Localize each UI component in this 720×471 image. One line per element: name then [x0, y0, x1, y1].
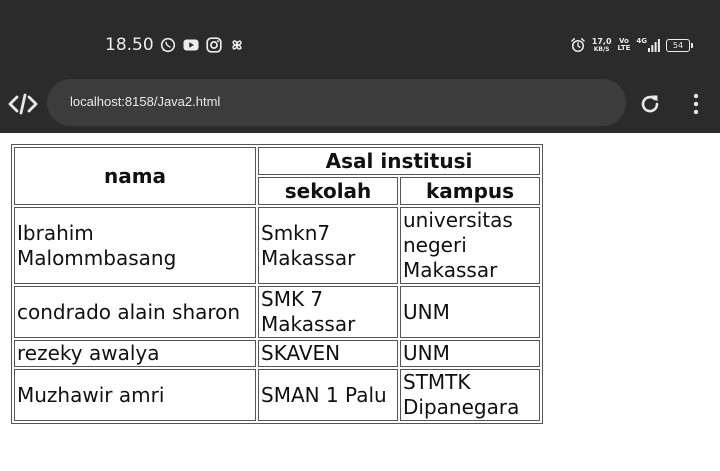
page-content: nama Asal institusi sekolah kampus Ibrah… [0, 133, 720, 471]
cell-nama: rezeky awalya [14, 340, 256, 367]
header-kampus: kampus [400, 177, 540, 205]
whatsapp-icon [160, 37, 176, 53]
instagram-icon [206, 37, 222, 53]
network-type: 4G [636, 37, 647, 45]
cell-kampus: universitas negeri Makassar [400, 207, 540, 284]
header-sekolah: sekolah [258, 177, 398, 205]
volte-indicator: Vo LTE [618, 38, 631, 52]
cell-kampus: STMTK Dipanegara [400, 369, 540, 421]
header-row: nama Asal institusi [14, 147, 540, 205]
pinwheel-app-icon [232, 40, 242, 50]
alarm-icon [571, 38, 585, 53]
table-row: rezeky awalya SKAVEN UNM [14, 340, 540, 367]
table-row: condrado alain sharon SMK 7 Makassar UNM [14, 286, 540, 338]
status-bar: 18.50 17,0 KB/S Vo LTE 4G 54 [0, 0, 720, 76]
battery-indicator: 54 [666, 38, 693, 52]
cell-nama: Muzhawir amri [14, 369, 256, 421]
url-text[interactable]: localhost:8158/Java2.html [70, 94, 220, 109]
youtube-icon [183, 39, 199, 51]
table-row: Ibrahim Malommbasang Smkn7 Makassar univ… [14, 207, 540, 284]
header-nama: nama [14, 147, 256, 205]
cell-nama: Ibrahim Malommbasang [14, 207, 256, 284]
cell-sekolah: SMK 7 Makassar [258, 286, 398, 338]
network-speed-value: 17,0 [591, 36, 612, 46]
network-speed-unit: KB/S [593, 45, 610, 53]
cell-sekolah: SKAVEN [258, 340, 398, 367]
address-bar[interactable]: localhost:8158/Java2.html [47, 79, 626, 126]
reload-icon[interactable] [638, 92, 662, 116]
notification-icons [160, 37, 245, 53]
header-asal-institusi: Asal institusi [258, 147, 540, 175]
cell-sekolah: SMAN 1 Palu [258, 369, 398, 421]
cell-signal: 4G [636, 38, 660, 52]
cell-kampus: UNM [400, 286, 540, 338]
network-speed: 17,0 KB/S [591, 36, 612, 53]
overflow-menu-icon[interactable] [687, 92, 705, 116]
cell-kampus: UNM [400, 340, 540, 367]
signal-bars-icon [648, 39, 660, 52]
institution-table: nama Asal institusi sekolah kampus Ibrah… [11, 144, 543, 424]
clock: 18.50 [105, 35, 154, 55]
system-indicators: 17,0 KB/S Vo LTE 4G 54 [570, 35, 693, 55]
cell-nama: condrado alain sharon [14, 286, 256, 338]
cell-sekolah: Smkn7 Makassar [258, 207, 398, 284]
volte-bottom-label: LTE [617, 44, 631, 52]
table-row: Muzhawir amri SMAN 1 Palu STMTK Dipanega… [14, 369, 540, 421]
devtools-icon[interactable] [8, 92, 38, 116]
